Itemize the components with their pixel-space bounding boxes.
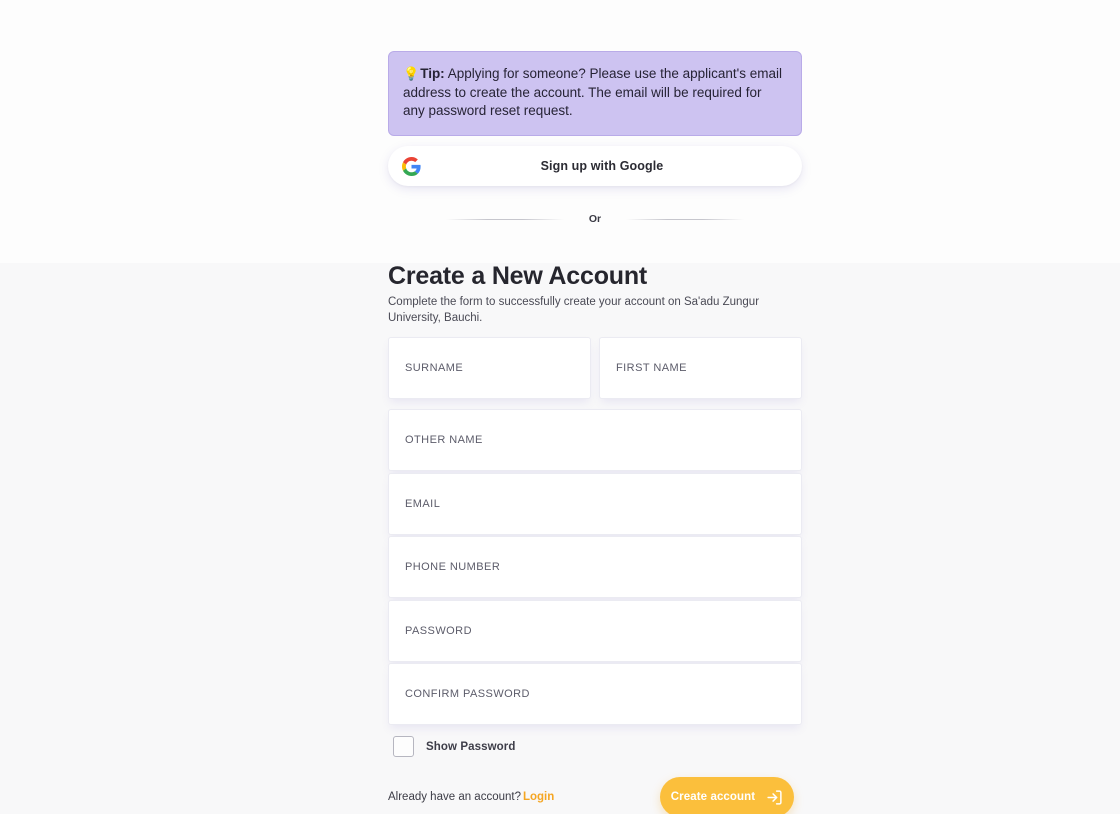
create-account-button-label: Create account bbox=[670, 791, 756, 803]
confirm-password-field[interactable]: CONFIRM PASSWORD bbox=[388, 663, 802, 725]
divider-label: Or bbox=[588, 213, 602, 225]
first-name-field[interactable]: FIRST NAME bbox=[599, 337, 802, 399]
confirm-password-field-placeholder: CONFIRM PASSWORD bbox=[405, 688, 530, 700]
page-subtitle: Complete the form to successfully create… bbox=[388, 296, 760, 324]
tip-text: Applying for someone? Please use the app… bbox=[403, 66, 782, 118]
create-account-button[interactable]: Create account bbox=[660, 777, 794, 814]
email-field[interactable]: EMAIL bbox=[388, 473, 802, 535]
tip-label: Tip: bbox=[420, 66, 445, 81]
email-field-placeholder: EMAIL bbox=[405, 498, 441, 510]
log-in-arrow-icon bbox=[767, 789, 782, 805]
google-button-label: Sign up with Google bbox=[540, 159, 664, 173]
phone-number-field-placeholder: PHONE NUMBER bbox=[405, 561, 501, 573]
page-title: Create a New Account bbox=[388, 262, 648, 290]
first-name-field-placeholder: FIRST NAME bbox=[616, 362, 687, 374]
other-name-field[interactable]: OTHER NAME bbox=[388, 409, 802, 471]
sign-up-with-google-button[interactable]: Sign up with Google bbox=[388, 146, 802, 186]
login-prompt-text: Already have an account? bbox=[388, 791, 521, 803]
show-password-label: Show Password bbox=[426, 740, 516, 753]
other-name-field-placeholder: OTHER NAME bbox=[405, 434, 483, 446]
lightbulb-icon: 💡 bbox=[403, 66, 420, 81]
show-password-row[interactable]: Show Password bbox=[393, 736, 516, 757]
show-password-checkbox[interactable] bbox=[393, 736, 414, 757]
login-link[interactable]: Login bbox=[523, 791, 554, 803]
signup-page: 💡Tip: Applying for someone? Please use t… bbox=[0, 0, 1120, 814]
phone-number-field[interactable]: PHONE NUMBER bbox=[388, 536, 802, 598]
surname-field-placeholder: SURNAME bbox=[405, 362, 464, 374]
or-divider: Or bbox=[388, 213, 802, 225]
tip-banner: 💡Tip: Applying for someone? Please use t… bbox=[388, 51, 802, 136]
login-prompt: Already have an account? Login bbox=[388, 791, 554, 803]
divider-line-right bbox=[626, 218, 745, 220]
password-field-placeholder: PASSWORD bbox=[405, 625, 472, 637]
password-field[interactable]: PASSWORD bbox=[388, 600, 802, 662]
surname-field[interactable]: SURNAME bbox=[388, 337, 591, 399]
divider-line-left bbox=[445, 218, 564, 220]
